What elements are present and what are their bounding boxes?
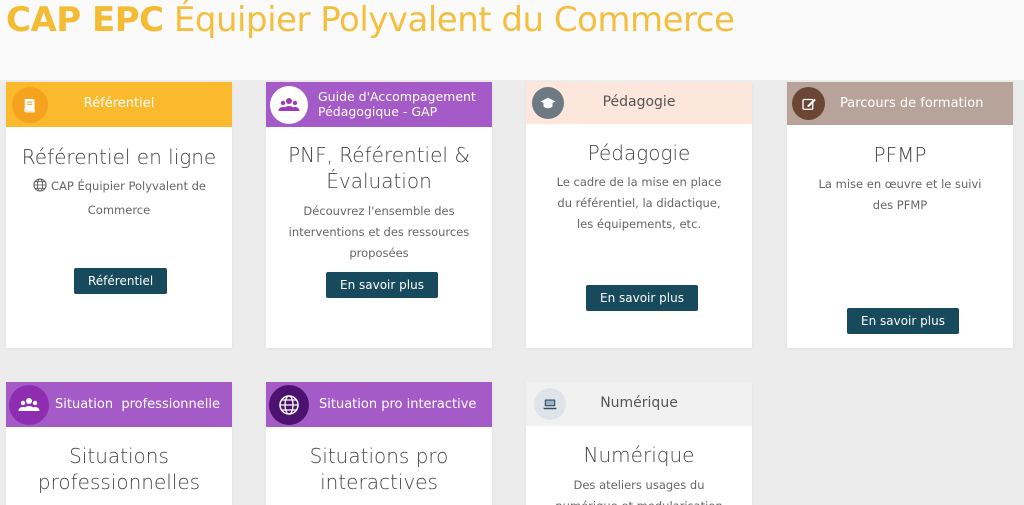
- en-savoir-plus-button[interactable]: En savoir plus: [586, 285, 698, 311]
- users-icon: [270, 86, 308, 124]
- card-description: Des ateliers usages du numérique et modu…: [555, 478, 722, 505]
- card-description-text: CAP Équipier Polyvalent de Commerce: [50, 179, 206, 217]
- referentiel-button[interactable]: Référentiel: [74, 268, 168, 294]
- card-description: CAP Équipier Polyvalent de Commerce: [30, 176, 208, 221]
- card-header: Situation professionnelle: [6, 382, 232, 427]
- en-savoir-plus-button[interactable]: En savoir plus: [847, 308, 959, 334]
- edit-icon: [792, 87, 825, 120]
- card-header-label: Référentiel: [83, 96, 155, 111]
- users-icon: [9, 385, 49, 425]
- card-title-line1: Situations: [69, 444, 169, 468]
- card-header-label-line1: Guide d'Accompagement: [318, 89, 476, 104]
- en-savoir-plus-button[interactable]: En savoir plus: [326, 272, 438, 298]
- card-title-line2: Évaluation: [326, 169, 432, 193]
- page-title-rest: Équipier Polyvalent du Commerce: [163, 0, 735, 40]
- card-situation-pro-interactive: Situation pro interactive Situations pro…: [266, 382, 492, 505]
- card-header-label: Numérique: [600, 395, 678, 411]
- card-title-line1: Situations pro: [309, 444, 449, 468]
- page-title: CAP EPC Équipier Polyvalent du Commerce: [6, 0, 735, 42]
- card-header: Guide d'Accompagement Pédagogique - GAP: [266, 82, 492, 127]
- card-header-label: Situation pro interactive: [319, 397, 477, 412]
- card-header-label: Parcours de formation: [840, 96, 984, 111]
- card-description: Découvrez l'ensemble des interventions e…: [288, 204, 470, 260]
- card-gap: Guide d'Accompagement Pédagogique - GAP P…: [266, 82, 492, 348]
- card-description: La mise en œuvre et le suivi des PFMP: [818, 177, 982, 212]
- page-title-bold: CAP EPC: [6, 0, 164, 40]
- card-parcours: Parcours de formation PFMP La mise en œu…: [787, 82, 1013, 348]
- card-title: Situations pro interactives: [274, 443, 484, 495]
- card-header: Pédagogie: [526, 82, 752, 124]
- card-header-label-line2: Pédagogique - GAP: [318, 104, 438, 119]
- globe-icon: [269, 385, 309, 425]
- card-title: Pédagogie: [587, 141, 691, 165]
- card-header: Numérique: [526, 382, 752, 426]
- card-header-label: Guide d'Accompagement Pédagogique - GAP: [318, 89, 476, 119]
- card-title: PFMP: [873, 143, 927, 167]
- card-title: PNF, Référentiel & Évaluation: [274, 142, 484, 194]
- card-title: Numérique: [583, 443, 695, 467]
- card-title-line2: professionnelles: [37, 470, 201, 494]
- card-numerique: Numérique Numérique Des ateliers usages …: [526, 382, 752, 505]
- card-referentiel: Référentiel Référentiel en ligne CAP Équ…: [6, 82, 232, 348]
- card-title: Référentiel en ligne: [21, 145, 217, 169]
- card-header-label: Situation professionnelle: [55, 397, 220, 412]
- globe-icon: [32, 177, 48, 200]
- card-situation-professionnelle: Situation professionnelle Situations prof…: [6, 382, 232, 505]
- card-description: Le cadre de la mise en place du référent…: [556, 175, 722, 231]
- card-title-line1: PNF, Référentiel &: [288, 143, 470, 167]
- card-header: Parcours de formation: [787, 82, 1013, 125]
- card-header: Situation pro interactive: [266, 382, 492, 427]
- card-header: Référentiel: [6, 82, 232, 127]
- card-title: Situations professionnelles: [14, 443, 224, 495]
- card-title-line2: interactives: [320, 470, 438, 494]
- card-pedagogie: Pédagogie Pédagogie Le cadre de la mise …: [526, 82, 752, 348]
- card-header-label: Pédagogie: [602, 94, 676, 110]
